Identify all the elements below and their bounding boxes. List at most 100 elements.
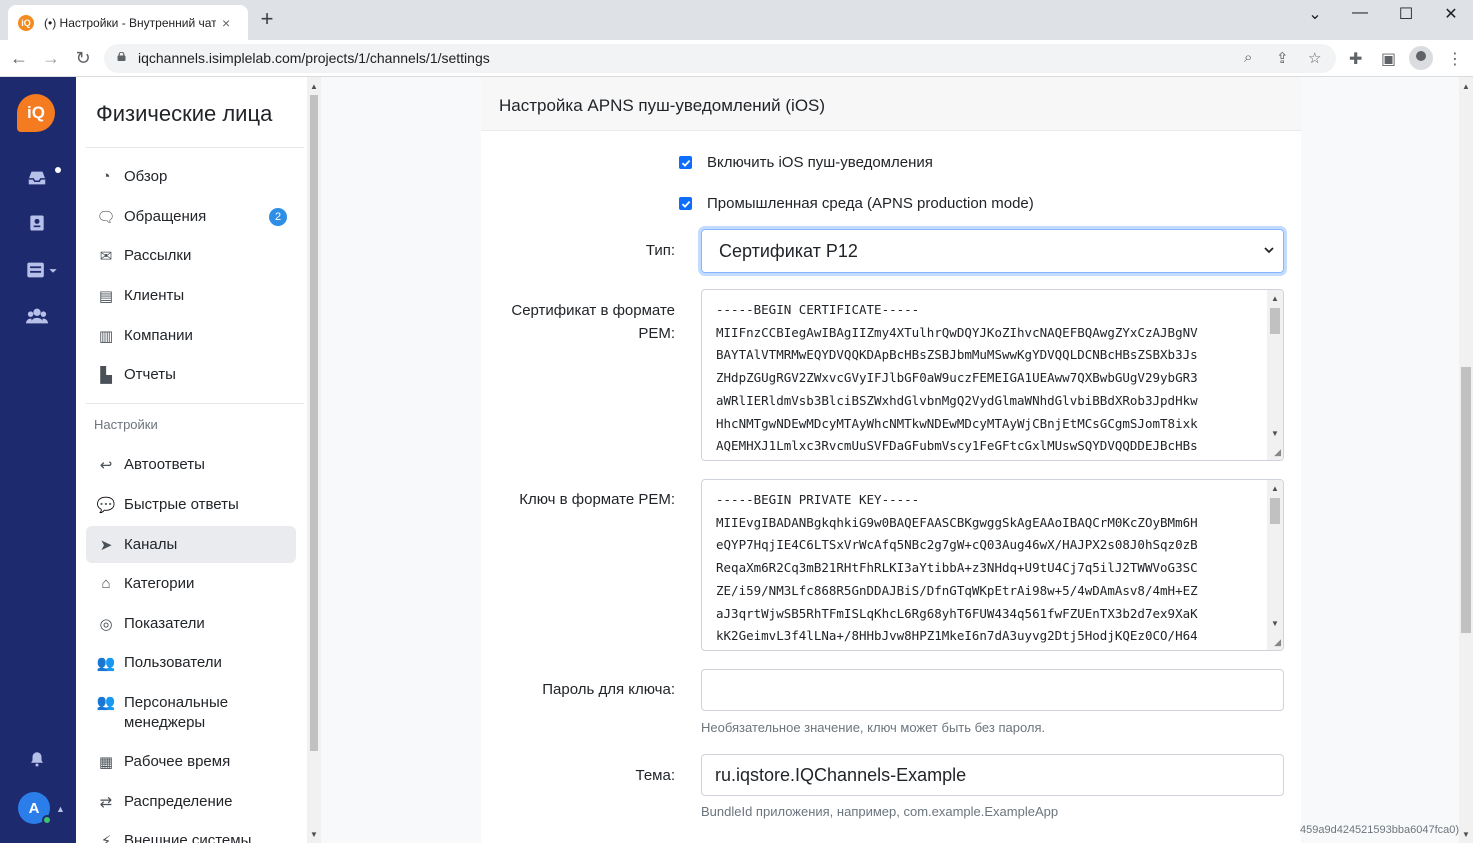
bookmark-star-icon[interactable]: ☆	[1308, 49, 1321, 67]
textarea-line: aWRlIERldmVsb3BlciBSZWxhdGlvbnMgQ2VydGlm…	[716, 392, 1198, 408]
sidebar-item-distribution[interactable]: ⇄ Распределение	[86, 783, 296, 820]
page-scrollbar[interactable]: ▲ ▼	[1459, 77, 1473, 843]
browser-tabbar: iQ (•) Настройки - Внутренний чат × + ⌄ …	[0, 0, 1473, 40]
page-scroll-thumb[interactable]	[1461, 367, 1471, 633]
card-title: Настройка APNS пуш-уведомлений (iOS)	[499, 96, 826, 115]
sidebar-item-users[interactable]: 👥 Пользователи	[86, 644, 296, 681]
textarea-line: MIIEvgIBADANBgkqhkiG9w0BAQEFAASCBKgwggSk…	[716, 514, 1198, 530]
tab-close-icon[interactable]: ×	[222, 15, 230, 31]
production-mode-label: Промышленная среда (APNS production mode…	[707, 195, 1034, 212]
enable-ios-checkbox[interactable]	[679, 156, 692, 169]
sidebar-item-label: Каналы	[124, 535, 178, 553]
type-select[interactable]: Сертификат P12	[701, 229, 1284, 273]
extensions-icon[interactable]: ✚	[1349, 49, 1362, 69]
textarea-line: HhcNMTgwNDEwMDcyMTAyWhcNMTkwNDEwMDcyMTAy…	[716, 415, 1198, 431]
topic-input[interactable]: ru.iqstore.IQChannels-Example	[701, 754, 1284, 796]
key-scroll-thumb[interactable]	[1270, 498, 1280, 524]
textarea-line: AQEMHXJ1Lmlxc3RvcmUuSVFDaGFubmVscy1FeGFt…	[716, 438, 1198, 454]
contacts-icon[interactable]	[24, 213, 50, 239]
key-scrollbar[interactable]: ▲ ▼	[1267, 480, 1283, 650]
topic-label: Тема:	[635, 767, 676, 784]
sidebar-item-channels[interactable]: ➤ Каналы	[86, 526, 296, 563]
caret-up-icon[interactable]: ▲	[56, 804, 65, 814]
sidebar-item-work-hours[interactable]: ▦ Рабочее время	[86, 743, 296, 780]
zoom-icon[interactable]: ⌕	[1244, 49, 1252, 66]
close-window-icon[interactable]: ✕	[1428, 4, 1473, 24]
sidebar-item-label: Рассылки	[124, 246, 192, 264]
bell-icon[interactable]	[24, 749, 50, 775]
url-text: iqchannels.isimplelab.com/projects/1/cha…	[138, 50, 490, 66]
scroll-down-icon[interactable]: ▼	[1271, 619, 1279, 628]
chevron-down-icon[interactable]: ⌄	[1292, 4, 1338, 24]
notification-dot	[55, 167, 61, 173]
sidebar-item-label: Клиенты	[124, 286, 185, 304]
sidebar-scrollbar[interactable]: ▲ ▼	[307, 77, 321, 843]
cert-textarea[interactable]: -----BEGIN CERTIFICATE----- MIIFnzCCBIegA…	[701, 289, 1284, 461]
password-label: Пароль для ключа:	[542, 681, 675, 698]
sidebar-item-autoreplies[interactable]: ↩ Автоответы	[86, 446, 296, 483]
resize-grip-icon[interactable]: ◢	[1274, 637, 1281, 648]
key-textarea[interactable]: -----BEGIN PRIVATE KEY----- MIIEvgIBADANB…	[701, 479, 1284, 651]
maximize-icon[interactable]: ☐	[1383, 4, 1429, 24]
exchange-icon: ⇄	[99, 793, 113, 811]
team-icon[interactable]	[24, 305, 50, 331]
enable-ios-label: Включить iOS пуш-уведомления	[707, 154, 933, 171]
scroll-down-icon[interactable]: ▼	[310, 830, 318, 839]
scroll-up-icon[interactable]: ▲	[1271, 484, 1279, 493]
profile-icon[interactable]	[1409, 46, 1433, 70]
tasks-menu-icon[interactable]	[22, 259, 62, 285]
sidebar-item-external-systems[interactable]: ⚡ Внешние системы	[86, 822, 296, 843]
textarea-line: aJ3qrtWjwSB5RhTFmISLqKhcL6Rg68yhT6FUW434…	[716, 605, 1198, 621]
lock-icon	[117, 52, 126, 61]
sidebar-item-personal-managers[interactable]: 👥 Персональные менеджеры	[86, 684, 296, 738]
forward-icon[interactable]: →	[40, 48, 62, 69]
cert-scrollbar[interactable]: ▲ ▼	[1267, 290, 1283, 460]
new-tab-icon[interactable]: +	[256, 8, 278, 31]
production-mode-checkbox[interactable]	[679, 197, 692, 210]
checkmark-icon	[681, 159, 690, 167]
reload-icon[interactable]: ↻	[72, 48, 94, 69]
textarea-line: 0DnA2G1ArMDA1F2nmDA2G2PANKVHYTmGzqCKMAWX…	[716, 648, 1246, 650]
browser-menu-icon[interactable]: ⋮	[1447, 49, 1463, 69]
side-panel-icon[interactable]: ▣	[1381, 49, 1396, 69]
sidebar-item-overview[interactable]: ◔ Обзор	[86, 158, 296, 195]
sidebar-scroll-thumb[interactable]	[310, 95, 318, 751]
sidebar-item-label: Пользователи	[124, 653, 222, 671]
sidebar-item-categories[interactable]: ⌂ Категории	[86, 565, 296, 602]
browser-tab[interactable]: iQ (•) Настройки - Внутренний чат ×	[8, 5, 248, 40]
sidebar-item-mailings[interactable]: ✉ Рассылки	[86, 237, 296, 274]
chevron-down-icon	[1264, 247, 1274, 254]
sidebar-item-clients[interactable]: ▤ Клиенты	[86, 277, 296, 314]
resize-grip-icon[interactable]: ◢	[1274, 447, 1281, 458]
address-bar[interactable]: iqchannels.isimplelab.com/projects/1/cha…	[104, 44, 1336, 73]
inbox-icon[interactable]	[24, 167, 50, 193]
minimize-icon[interactable]: —	[1337, 4, 1383, 22]
back-icon[interactable]: ←	[8, 48, 30, 69]
send-icon: ➤	[99, 536, 113, 554]
browser-toolbar: ← → ↻ iqchannels.isimplelab.com/projects…	[0, 40, 1473, 77]
sidebar-item-metrics[interactable]: ◎ Показатели	[86, 605, 296, 642]
enable-ios-row[interactable]: Включить iOS пуш-уведомления	[679, 154, 933, 171]
scroll-up-icon[interactable]: ▲	[1271, 294, 1279, 303]
sidebar-item-label: Рабочее время	[124, 752, 231, 770]
share-icon[interactable]: ⇪	[1276, 49, 1289, 67]
cert-scroll-thumb[interactable]	[1270, 308, 1280, 334]
users-icon: 👥	[96, 654, 116, 672]
sidebar-item-conversations[interactable]: 🗨 Обращения 2	[86, 198, 296, 235]
scroll-up-icon[interactable]: ▲	[1462, 82, 1470, 91]
scroll-up-icon[interactable]: ▲	[310, 82, 318, 91]
production-mode-row[interactable]: Промышленная среда (APNS production mode…	[679, 195, 1034, 212]
app-logo[interactable]: iQ	[17, 94, 55, 132]
sidebar-item-companies[interactable]: ▥ Компании	[86, 317, 296, 354]
company-icon: ▥	[98, 327, 114, 345]
sidebar-item-reports[interactable]: ▙ Отчеты	[86, 356, 296, 393]
sidebar-item-label: Обращения	[124, 207, 207, 225]
apns-settings-card: Настройка APNS пуш-уведомлений (iOS) Вкл…	[481, 77, 1301, 843]
sidebar-item-label: Компании	[124, 326, 193, 344]
textarea-line: ZSBQdXNoIFNlcnZpY2VzOiBydS5pcXN0b3JlLklR…	[716, 458, 1246, 460]
textarea-line: ReqaXm6R2Cq3mB21RHtFhRLKI3aYtibbA+z3NHdq…	[716, 560, 1198, 576]
scroll-down-icon[interactable]: ▼	[1271, 429, 1279, 438]
password-input[interactable]	[701, 669, 1284, 711]
sidebar-item-quick-replies[interactable]: 💬 Быстрые ответы	[86, 486, 296, 523]
scroll-down-icon[interactable]: ▼	[1462, 830, 1470, 839]
